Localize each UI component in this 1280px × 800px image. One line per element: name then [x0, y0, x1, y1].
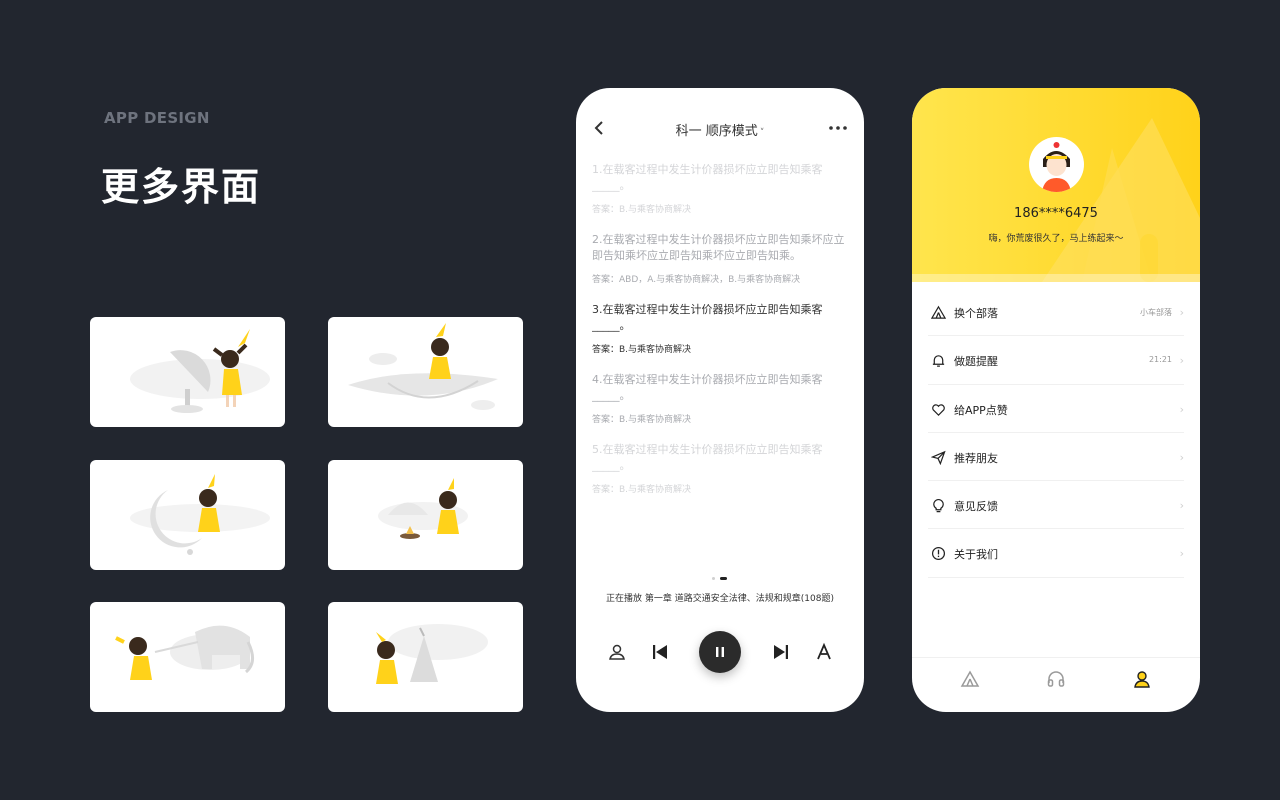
- menu-item-label: 换个部落: [954, 307, 998, 320]
- chevron-right-icon: ›: [1179, 547, 1184, 561]
- illustration-mammoth: [90, 602, 285, 712]
- illustration-moon: [90, 460, 285, 570]
- tent-icon[interactable]: [960, 669, 980, 689]
- info-icon: [931, 547, 946, 561]
- illustration-campfire: [328, 460, 523, 570]
- menu-item-about[interactable]: 关于我们 ›: [928, 529, 1184, 578]
- illustration-flying-bird: [328, 317, 523, 427]
- chevron-right-icon: ›: [1179, 450, 1184, 464]
- font-a-icon[interactable]: [814, 642, 834, 662]
- menu-item-label: 关于我们: [954, 548, 998, 562]
- question-answer: 答案：ABD，A.与乘客协商解决，B.与乘客协商解决: [592, 275, 801, 285]
- quiz-mode-selector[interactable]: 科一 顺序模式 ˅: [576, 120, 864, 139]
- question-answer: 答案：B.与乘客协商解决: [592, 485, 692, 495]
- next-icon[interactable]: [771, 642, 791, 662]
- question-text: 2.在载客过程中发生计价器损坏应立即告知乘坏应立即告知乘坏应立即告知乘坏应立即告…: [592, 233, 845, 262]
- bell-icon: [932, 355, 945, 368]
- page-dot-active: [720, 577, 727, 580]
- question-item[interactable]: 1.在载客过程中发生计价器损坏应立即告知乘客_____。 答案：B.与乘客协商解…: [592, 162, 848, 215]
- chevron-down-icon: ˅: [759, 128, 765, 138]
- headphones-icon[interactable]: [1046, 669, 1066, 689]
- avatar[interactable]: [1029, 137, 1084, 192]
- menu-item-tribe[interactable]: 换个部落 小车部落 ›: [928, 288, 1184, 337]
- tent-icon: [931, 305, 946, 319]
- question-list: 1.在载客过程中发生计价器损坏应立即告知乘客_____。 答案：B.与乘客协商解…: [592, 162, 848, 542]
- previous-icon[interactable]: [650, 642, 670, 662]
- profile-phone-screen: 186****6475 嗨，你荒废很久了，马上练起来～ 换个部落 小车部落 › …: [912, 88, 1200, 712]
- menu-item-label: 给APP点赞: [954, 403, 1008, 417]
- question-answer: 答案：B.与乘客协商解决: [592, 415, 692, 425]
- quiz-phone-screen: 科一 顺序模式 ˅ 1.在载客过程中发生计价器损坏应立即告知乘客_____。 答案…: [576, 88, 864, 712]
- player-controls: [576, 628, 864, 678]
- chevron-right-icon: ›: [1179, 499, 1184, 513]
- bottom-tab-bar: [912, 657, 1200, 712]
- question-answer: 答案：B.与乘客协商解决: [592, 345, 692, 355]
- user-greeting: 嗨，你荒废很久了，马上练起来～: [988, 234, 1124, 244]
- menu-item-value: 21:21: [1148, 355, 1172, 365]
- section-headline: 更多界面: [101, 165, 262, 209]
- profile-header: 186****6475 嗨，你荒废很久了，马上练起来～: [912, 88, 1200, 282]
- person-icon[interactable]: [607, 642, 627, 662]
- chevron-right-icon: ›: [1179, 402, 1184, 416]
- page-dot: [712, 577, 715, 580]
- now-playing-text: 正在播放 第一章 道路交通安全法律、法规和规章(108题): [606, 594, 834, 604]
- menu-item-reminder[interactable]: 做题提醒 21:21 ›: [928, 336, 1184, 385]
- question-text: 5.在载客过程中发生计价器损坏应立即告知乘客_____。: [592, 443, 823, 472]
- question-item[interactable]: 4.在载客过程中发生计价器损坏应立即告知乘客_____。 答案：B.与乘客协商解…: [592, 372, 848, 425]
- question-text: 3.在载客过程中发生计价器损坏应立即告知乘客_____。: [592, 303, 823, 332]
- bulb-icon: [933, 499, 944, 513]
- section-kicker: APP DESIGN: [104, 109, 210, 127]
- question-item[interactable]: 2.在载客过程中发生计价器损坏应立即告知乘坏应立即告知乘坏应立即告知乘坏应立即告…: [592, 232, 848, 285]
- quiz-title: 科一 顺序模式: [675, 124, 758, 139]
- person-icon-active[interactable]: [1132, 669, 1152, 689]
- question-item[interactable]: 5.在载客过程中发生计价器损坏应立即告知乘客_____。 答案：B.与乘客协商解…: [592, 442, 848, 495]
- menu-item-recommend[interactable]: 推荐朋友 ›: [928, 433, 1184, 482]
- user-phone-number: 186****6475: [1014, 206, 1098, 221]
- chevron-right-icon: ›: [1179, 354, 1184, 368]
- question-text: 1.在载客过程中发生计价器损坏应立即告知乘客_____。: [592, 163, 823, 192]
- menu-item-like[interactable]: 给APP点赞 ›: [928, 385, 1184, 433]
- page-indicator: [712, 568, 732, 587]
- question-text: 4.在载客过程中发生计价器损坏应立即告知乘客_____。: [592, 373, 823, 402]
- menu-item-value: 小车部落: [1140, 308, 1172, 317]
- send-icon: [931, 450, 946, 465]
- pause-button[interactable]: [699, 631, 741, 673]
- pause-icon: [716, 647, 724, 657]
- menu-item-label: 做题提醒: [954, 355, 998, 369]
- question-answer: 答案：B.与乘客协商解决: [592, 205, 692, 215]
- menu-item-feedback[interactable]: 意见反馈 ›: [928, 481, 1184, 530]
- more-dots-icon[interactable]: [828, 118, 848, 138]
- menu-item-label: 意见反馈: [954, 500, 998, 514]
- quiz-header: 科一 顺序模式 ˅: [576, 88, 864, 168]
- profile-menu: 换个部落 小车部落 › 做题提醒 21:21 › 给APP点赞 › 推荐朋友 ›…: [928, 288, 1184, 578]
- illustration-teepee: [328, 602, 523, 712]
- question-item-active[interactable]: 3.在载客过程中发生计价器损坏应立即告知乘客_____。 答案：B.与乘客协商解…: [592, 302, 848, 355]
- heart-icon: [932, 403, 945, 416]
- menu-item-label: 推荐朋友: [954, 451, 998, 465]
- chevron-right-icon: ›: [1179, 306, 1184, 319]
- illustration-satellite-dish: [90, 317, 285, 427]
